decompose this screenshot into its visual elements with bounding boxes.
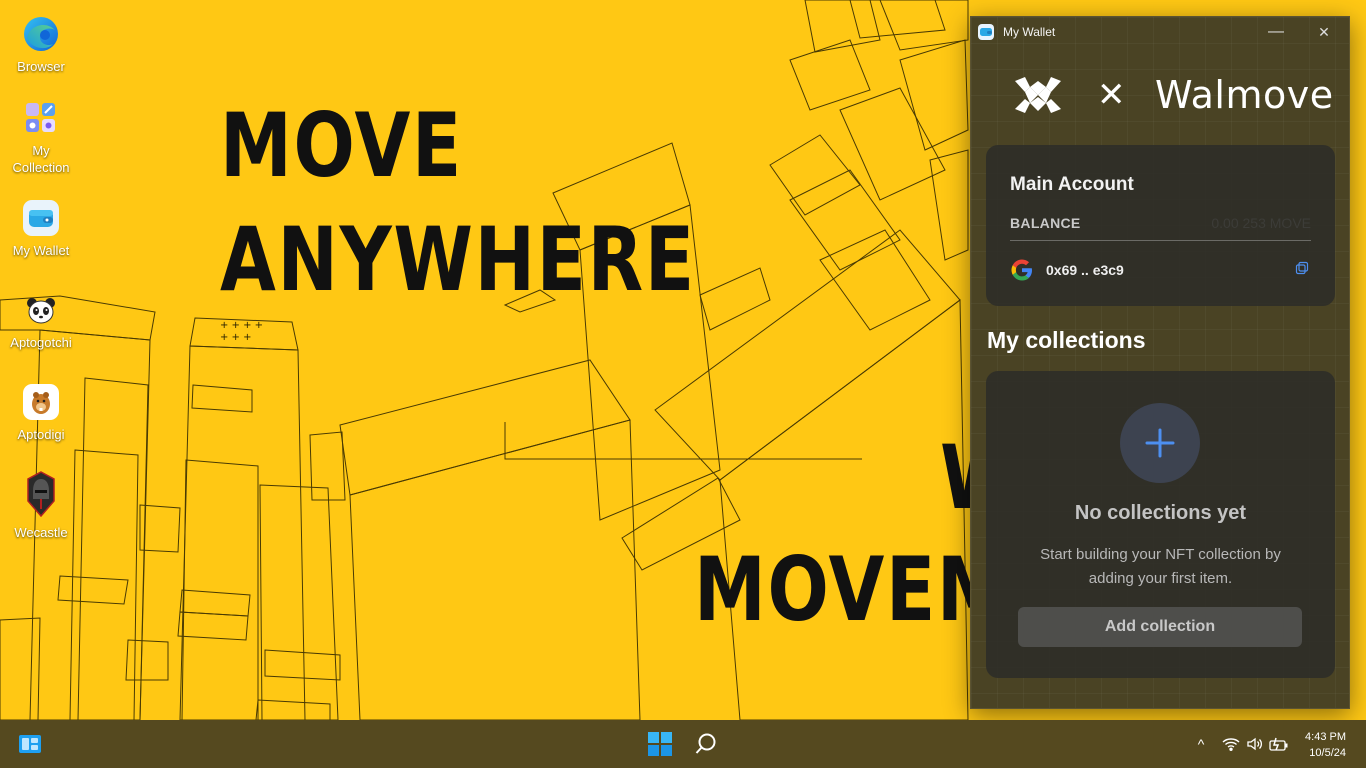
battery-charging-icon[interactable] [1268,720,1290,768]
desktop-icon-label: Browser [17,59,65,74]
widgets-button[interactable] [12,720,48,768]
empty-state-title: No collections yet [1074,502,1247,524]
wallpaper-secondary-line2: MOVEM [694,538,1011,641]
desktop-icon-label: Aptogotchi [10,335,72,350]
widgets-icon [19,735,41,753]
account-address: 0x69 .. e3c9 [1046,262,1124,278]
wallpaper-headline-line2: ANYWHERE [220,208,696,311]
search-icon [695,733,716,754]
desktop-icon-label: My Wallet [12,243,70,258]
panda-icon [23,292,59,328]
account-divider [1010,240,1311,241]
beaver-icon [23,384,59,420]
close-button[interactable]: ✕ [1301,17,1347,47]
desktop-icon-label: My Collection [12,143,70,175]
minimize-button[interactable]: — [1253,17,1299,47]
wallet-titlebar[interactable]: My Wallet — ✕ [971,17,1349,47]
windows-logo-icon [648,732,672,756]
svg-text:+ + +: + + + [220,332,252,343]
brand-times-icon: ✕ [1097,75,1126,115]
collections-empty-card: No collections yet Start building your N… [986,371,1335,678]
brand-name: Walmove [1155,73,1334,117]
wifi-icon[interactable] [1220,720,1242,768]
desktop-icon-wecastle[interactable]: Wecastle [4,470,78,541]
add-collection-button[interactable]: Add collection [1018,607,1302,647]
desktop-icon-my-collection[interactable]: My Collection [4,100,78,176]
window-title: My Wallet [1003,25,1056,39]
desktop-icon-aptodigi[interactable]: Aptodigi [4,384,78,443]
google-icon [1010,258,1034,287]
svg-text:+ + + +: + + + + [220,320,263,331]
clock-date: 10/5/24 [1309,747,1346,759]
search-button[interactable] [686,720,726,768]
taskbar-clock[interactable]: 4:43 PM 10/5/24 [1305,729,1346,761]
movement-logo [1013,75,1063,120]
account-card: Main Account BALANCE 0.00 253 MOVE 0x69 … [986,145,1335,306]
wallet-icon [23,200,59,236]
desktop-icon-label: Wecastle [14,525,68,540]
collection-icon [23,100,59,136]
desktop-icon-browser[interactable]: Browser [4,16,78,75]
desktop-icon-aptogotchi[interactable]: Aptogotchi [4,292,78,351]
start-button[interactable] [640,720,680,768]
volume-icon[interactable] [1244,720,1266,768]
desktop-icon-label: Aptodigi [17,427,65,442]
plus-icon [1145,428,1175,458]
wallpaper-headline-line1: MOVE [220,94,463,197]
clock-time: 4:43 PM [1305,731,1346,743]
empty-state-description: Start building your NFT collection by ad… [1040,546,1281,587]
tray-overflow-chevron[interactable]: ^ [1190,720,1212,768]
collections-section-title: My collections [987,327,1146,353]
add-collection-plus-button[interactable] [1120,403,1200,483]
balance-label: BALANCE [1010,215,1081,231]
knight-icon [23,470,59,518]
wallet-app-icon [978,24,994,40]
copy-icon[interactable] [1295,261,1309,280]
edge-browser-icon [23,16,59,52]
desktop-icon-my-wallet[interactable]: My Wallet [4,200,78,259]
balance-value: 0.00 253 MOVE [1211,215,1311,231]
taskbar: ^ 4:43 PM 10/5/24 [0,720,1366,768]
wallet-window: My Wallet — ✕ ✕ Walmove Main Account BAL… [970,16,1350,709]
account-name: Main Account [1010,174,1134,195]
